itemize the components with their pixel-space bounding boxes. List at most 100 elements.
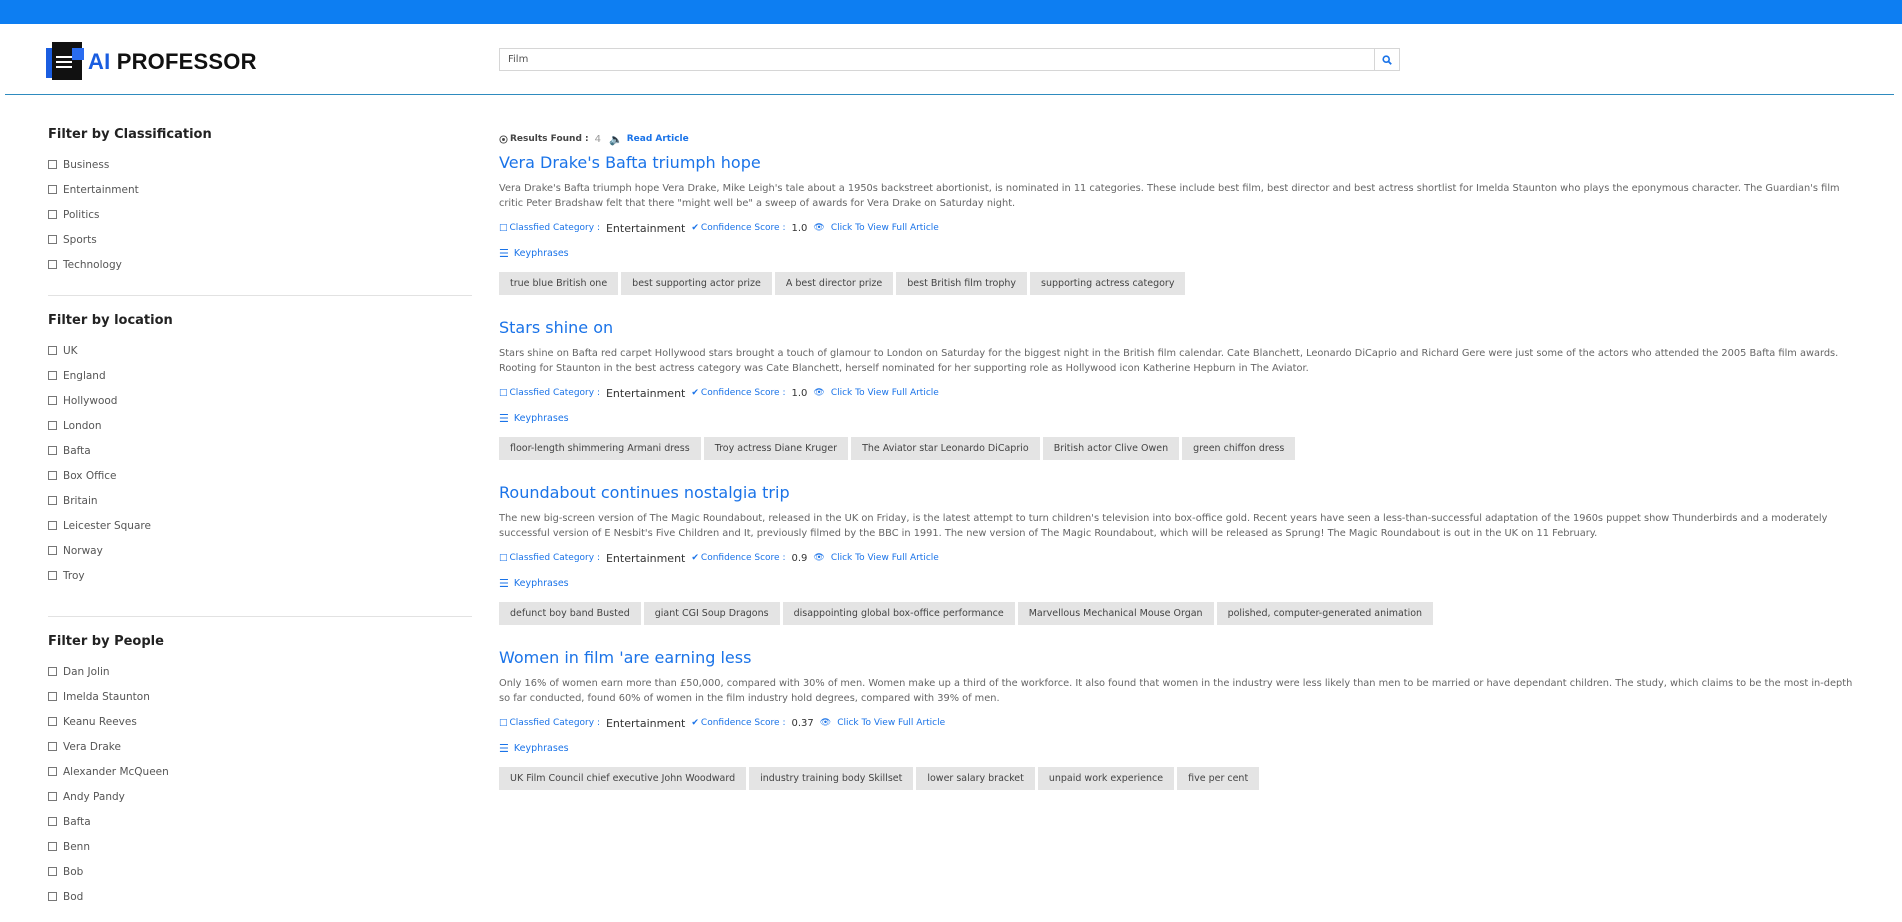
keyphrase-tag[interactable]: Marvellous Mechanical Mouse Organ bbox=[1017, 602, 1214, 625]
search-icon bbox=[1382, 54, 1392, 65]
article-card: Stars shine on Stars shine on Bafta red c… bbox=[499, 315, 1859, 460]
keyphrase-tag[interactable]: A best director prize bbox=[774, 272, 894, 295]
filter-option[interactable]: Bafta bbox=[48, 438, 472, 463]
checkbox[interactable] bbox=[48, 842, 57, 851]
keyphrase-tag[interactable]: unpaid work experience bbox=[1037, 767, 1175, 790]
checkbox[interactable] bbox=[48, 371, 57, 380]
checkbox[interactable] bbox=[48, 260, 57, 269]
checkbox[interactable] bbox=[48, 471, 57, 480]
keyphrase-tag[interactable]: UK Film Council chief executive John Woo… bbox=[499, 767, 747, 790]
logo[interactable]: AI PROFESSOR bbox=[46, 42, 257, 82]
article-title[interactable]: Stars shine on bbox=[499, 315, 1859, 341]
checkbox[interactable] bbox=[48, 185, 57, 194]
checkbox[interactable] bbox=[48, 160, 57, 169]
results-panel: Results Found : 4 🔈 Read Article Vera Dr… bbox=[499, 130, 1859, 790]
keyphrase-tag[interactable]: polished, computer-generated animation bbox=[1216, 602, 1434, 625]
keyphrase-tag[interactable]: true blue British one bbox=[499, 272, 619, 295]
keyphrase-tag[interactable]: best British film trophy bbox=[896, 272, 1028, 295]
view-full-article-link[interactable]: Click To View Full Article bbox=[837, 718, 945, 728]
filter-title: Filter by location bbox=[48, 313, 173, 328]
keyphrase-tag[interactable]: industry training body Skillset bbox=[749, 767, 914, 790]
checkbox[interactable] bbox=[48, 892, 57, 901]
filter-option[interactable]: Bafta bbox=[48, 809, 472, 834]
speaker-icon[interactable]: 🔈 bbox=[609, 133, 623, 146]
filter-option[interactable]: Bod bbox=[48, 884, 472, 909]
keyphrase-tag[interactable]: floor-length shimmering Armani dress bbox=[499, 437, 701, 460]
keyphrases-toggle[interactable]: ☰ Keyphrases bbox=[499, 408, 1859, 428]
keyphrase-tag[interactable]: Troy actress Diane Kruger bbox=[703, 437, 849, 460]
filter-option[interactable]: London bbox=[48, 413, 472, 438]
keyphrase-tag[interactable]: The Aviator star Leonardo DiCaprio bbox=[851, 437, 1040, 460]
filter-option[interactable]: Bob bbox=[48, 859, 472, 884]
keyphrase-tag[interactable]: best supporting actor prize bbox=[621, 272, 772, 295]
checkbox[interactable] bbox=[48, 571, 57, 580]
filter-option-label: Box Office bbox=[63, 469, 117, 482]
checkbox[interactable] bbox=[48, 346, 57, 355]
filter-option[interactable]: Britain bbox=[48, 488, 472, 513]
checkbox[interactable] bbox=[48, 692, 57, 701]
filter-option[interactable]: Vera Drake bbox=[48, 734, 472, 759]
filter-option[interactable]: Hollywood bbox=[48, 388, 472, 413]
keyphrase-tags: defunct boy band Busted giant CGI Soup Dr… bbox=[499, 602, 1859, 625]
view-full-article-link[interactable]: Click To View Full Article bbox=[831, 223, 939, 233]
keyphrase-tag[interactable]: giant CGI Soup Dragons bbox=[643, 602, 780, 625]
category-value: Entertainment bbox=[605, 551, 686, 565]
search-input[interactable] bbox=[500, 49, 1374, 70]
filter-option[interactable]: Dan Jolin bbox=[48, 659, 472, 684]
keyphrase-tag[interactable]: lower salary bracket bbox=[916, 767, 1035, 790]
checkbox[interactable] bbox=[48, 446, 57, 455]
filter-option[interactable]: Box Office bbox=[48, 463, 472, 488]
checkbox[interactable] bbox=[48, 421, 57, 430]
article-title[interactable]: Women in film 'are earning less bbox=[499, 645, 1859, 671]
checkbox[interactable] bbox=[48, 667, 57, 676]
filter-option[interactable]: UK bbox=[48, 338, 472, 363]
checkbox[interactable] bbox=[48, 767, 57, 776]
keyphrase-tag[interactable]: five per cent bbox=[1177, 767, 1260, 790]
filter-option[interactable]: Leicester Square bbox=[48, 513, 472, 538]
filter-option[interactable]: Keanu Reeves bbox=[48, 709, 472, 734]
filter-option[interactable]: Politics bbox=[48, 202, 472, 227]
keyphrase-tags: UK Film Council chief executive John Woo… bbox=[499, 767, 1859, 790]
filter-option[interactable]: Technology bbox=[48, 252, 472, 277]
article-title[interactable]: Vera Drake's Bafta triumph hope bbox=[499, 150, 1859, 176]
checkbox[interactable] bbox=[48, 521, 57, 530]
filter-option[interactable]: Andy Pandy bbox=[48, 784, 472, 809]
read-article-link[interactable]: Read Article bbox=[627, 134, 689, 144]
checkbox[interactable] bbox=[48, 792, 57, 801]
keyphrases-toggle[interactable]: ☰ Keyphrases bbox=[499, 243, 1859, 263]
filter-option[interactable]: Business bbox=[48, 152, 472, 177]
checkbox[interactable] bbox=[48, 396, 57, 405]
filter-option[interactable]: Imelda Staunton bbox=[48, 684, 472, 709]
article-title[interactable]: Roundabout continues nostalgia trip bbox=[499, 480, 1859, 506]
keyphrase-tag[interactable]: green chiffon dress bbox=[1182, 437, 1296, 460]
filter-option[interactable]: Benn bbox=[48, 834, 472, 859]
filter-option[interactable]: Entertainment bbox=[48, 177, 472, 202]
filter-option[interactable]: England bbox=[48, 363, 472, 388]
keyphrase-tag[interactable]: defunct boy band Busted bbox=[499, 602, 641, 625]
filter-option[interactable]: Alexander McQueen bbox=[48, 759, 472, 784]
keyphrase-tag[interactable]: British actor Clive Owen bbox=[1042, 437, 1180, 460]
keyphrases-toggle[interactable]: ☰ Keyphrases bbox=[499, 738, 1859, 758]
checkbox[interactable] bbox=[48, 867, 57, 876]
search-bar bbox=[499, 48, 1400, 71]
keyphrase-tag[interactable]: supporting actress category bbox=[1030, 272, 1186, 295]
checkbox[interactable] bbox=[48, 496, 57, 505]
checkbox[interactable] bbox=[48, 817, 57, 826]
keyphrases-toggle[interactable]: ☰ Keyphrases bbox=[499, 573, 1859, 593]
filter-title: Filter by Classification bbox=[48, 127, 212, 142]
filter-option-label: Imelda Staunton bbox=[63, 690, 150, 703]
view-full-article-link[interactable]: Click To View Full Article bbox=[831, 388, 939, 398]
checkbox[interactable] bbox=[48, 742, 57, 751]
eye-icon: 👁 bbox=[819, 718, 832, 728]
checkbox[interactable] bbox=[48, 717, 57, 726]
view-full-article-link[interactable]: Click To View Full Article bbox=[831, 553, 939, 563]
article-summary: Only 16% of women earn more than £50,000… bbox=[499, 678, 1853, 704]
filter-option[interactable]: Norway bbox=[48, 538, 472, 563]
filter-option[interactable]: Sports bbox=[48, 227, 472, 252]
keyphrase-tag[interactable]: disappointing global box-office performa… bbox=[782, 602, 1015, 625]
checkbox[interactable] bbox=[48, 210, 57, 219]
filter-option[interactable]: Troy bbox=[48, 563, 472, 588]
checkbox[interactable] bbox=[48, 546, 57, 555]
checkbox[interactable] bbox=[48, 235, 57, 244]
search-button[interactable] bbox=[1374, 49, 1399, 70]
